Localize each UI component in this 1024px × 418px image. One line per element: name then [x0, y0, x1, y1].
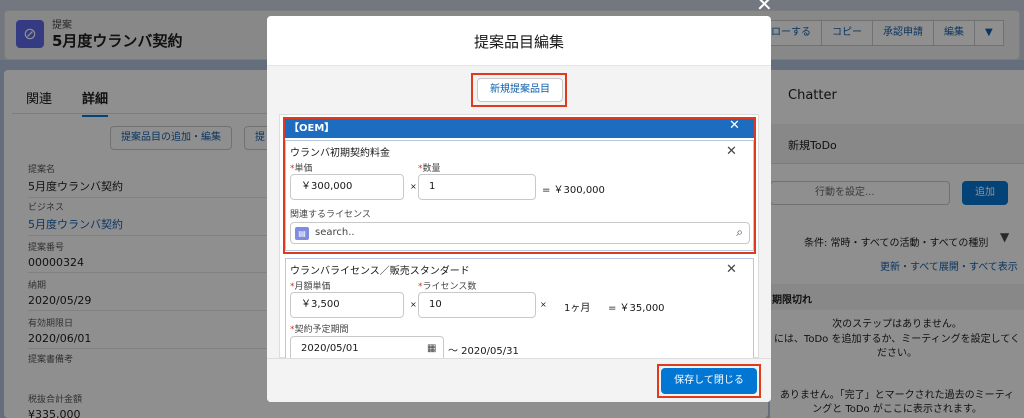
license-object-icon: ▤: [295, 227, 309, 240]
multiply-sign-2: ×: [540, 300, 547, 309]
item-title: ウランバライセンス／販売スタンダード: [290, 266, 470, 277]
save-and-close-button[interactable]: 保存して閉じる: [661, 368, 757, 394]
related-license-label: 関連するライセンス: [290, 210, 371, 220]
lookup-placeholder: search..: [315, 227, 355, 238]
edit-items-modal: 提案品目編集 新規提案品目 【OEM】 ✕ ウランバ初期契約料金 ✕ *単価 ￥…: [267, 16, 771, 402]
line-item-card: ウランバ初期契約料金 ✕ *単価 ￥300,000 × *数量 1 = ￥300…: [285, 140, 754, 251]
license-count-input[interactable]: 10: [418, 292, 536, 318]
new-item-button[interactable]: 新規提案品目: [477, 78, 563, 102]
monthly-price-label: *月額単価: [290, 282, 331, 292]
modal-close-icon[interactable]: ✕: [756, 0, 773, 14]
unit-price-label: *単価: [290, 164, 313, 174]
license-count-label: *ライセンス数: [418, 282, 477, 292]
multiply-sign: ×: [410, 182, 417, 191]
item-close-icon[interactable]: ✕: [726, 144, 737, 159]
item-subtotal: = ￥35,000: [608, 303, 665, 314]
modal-body: 新規提案品目 【OEM】 ✕ ウランバ初期契約料金 ✕ *単価 ￥300,000…: [267, 66, 771, 362]
end-date-text: 〜 2020/05/31: [448, 346, 519, 357]
multiply-sign: ×: [410, 300, 417, 309]
group-close-icon[interactable]: ✕: [729, 118, 740, 133]
item-subtotal: = ￥300,000: [542, 185, 605, 196]
line-item-card: ウランバライセンス／販売スタンダード ✕ *月額単価 ￥3,500 × *ライセ…: [285, 258, 754, 362]
contract-period-label: *契約予定期間: [290, 325, 349, 335]
item-close-icon[interactable]: ✕: [726, 262, 737, 277]
group-header: 【OEM】: [285, 119, 754, 138]
item-title: ウランバ初期契約料金: [290, 148, 390, 159]
quantity-input[interactable]: 1: [418, 174, 536, 200]
modal-footer: 保存して閉じる: [267, 358, 771, 402]
license-lookup[interactable]: ▤ search.. ⌕: [290, 222, 750, 244]
months-text: 1ヶ月: [564, 303, 591, 314]
quantity-label: *数量: [418, 164, 441, 174]
search-icon: ⌕: [736, 225, 743, 239]
unit-price-input[interactable]: ￥300,000: [290, 174, 404, 200]
monthly-price-input[interactable]: ￥3,500: [290, 292, 404, 318]
modal-title: 提案品目編集: [267, 16, 771, 66]
